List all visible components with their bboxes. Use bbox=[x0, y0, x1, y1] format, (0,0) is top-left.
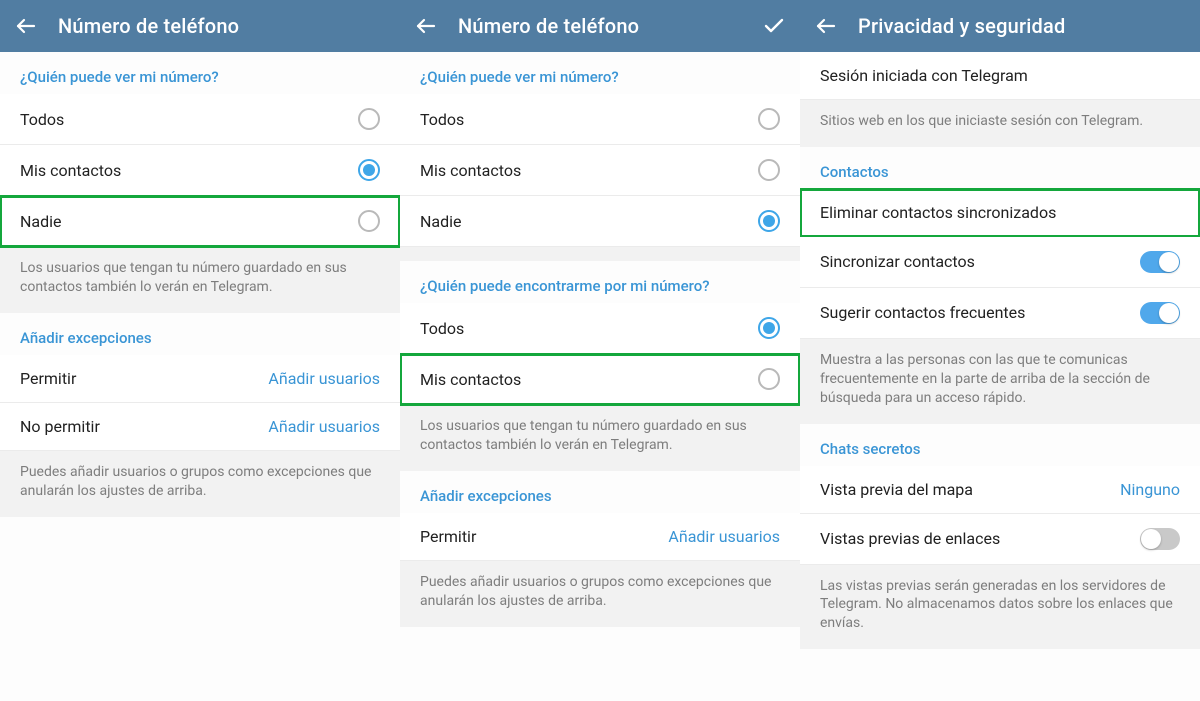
exception-label: Permitir bbox=[20, 369, 268, 388]
header: Número de teléfono bbox=[400, 0, 800, 52]
back-icon[interactable] bbox=[14, 14, 38, 38]
session-note: Sitios web en los que iniciaste sesión c… bbox=[800, 100, 1200, 147]
header-title: Privacidad y seguridad bbox=[858, 14, 1186, 38]
radio-icon bbox=[358, 159, 380, 181]
section-add-exceptions: Añadir excepciones bbox=[400, 471, 800, 513]
option-find-everyone[interactable]: Todos bbox=[400, 303, 800, 354]
link-previews-note: Las vistas previas serán generadas en lo… bbox=[800, 565, 1200, 650]
option-my-contacts[interactable]: Mis contactos bbox=[0, 145, 400, 196]
header: Privacidad y seguridad bbox=[800, 0, 1200, 52]
option-label: Todos bbox=[420, 110, 758, 129]
row-value: Ninguno bbox=[1120, 480, 1180, 499]
exceptions-note: Puedes añadir usuarios o grupos como exc… bbox=[0, 451, 400, 517]
section-who-can-see: ¿Quién puede ver mi número? bbox=[400, 52, 800, 94]
option-everyone[interactable]: Todos bbox=[400, 94, 800, 145]
row-label: Eliminar contactos sincronizados bbox=[820, 203, 1180, 222]
option-label: Mis contactos bbox=[420, 370, 758, 389]
check-icon[interactable] bbox=[762, 14, 786, 38]
section-who-can-see: ¿Quién puede ver mi número? bbox=[0, 52, 400, 94]
row-label: Vistas previas de enlaces bbox=[820, 529, 1140, 548]
option-label: Todos bbox=[20, 110, 358, 129]
row-label: Sesión iniciada con Telegram bbox=[820, 66, 1180, 85]
radio-icon bbox=[758, 368, 780, 390]
option-nobody[interactable]: Nadie bbox=[400, 196, 800, 247]
exception-label: No permitir bbox=[20, 417, 268, 436]
screen-phone-number-1: Número de teléfono ¿Quién puede ver mi n… bbox=[0, 0, 400, 701]
radio-icon bbox=[758, 108, 780, 130]
back-icon[interactable] bbox=[814, 14, 838, 38]
toggle-link-previews[interactable] bbox=[1140, 528, 1180, 550]
radio-icon bbox=[358, 108, 380, 130]
screen-phone-number-2: Número de teléfono ¿Quién puede ver mi n… bbox=[400, 0, 800, 701]
exception-label: Permitir bbox=[420, 527, 668, 546]
section-separator bbox=[400, 247, 800, 261]
option-nobody[interactable]: Nadie bbox=[0, 196, 400, 247]
option-label: Mis contactos bbox=[20, 161, 358, 180]
add-users-link: Añadir usuarios bbox=[268, 417, 380, 436]
row-link-previews[interactable]: Vistas previas de enlaces bbox=[800, 514, 1200, 565]
toggle-suggest-frequent[interactable] bbox=[1140, 302, 1180, 324]
add-users-link: Añadir usuarios bbox=[668, 527, 780, 546]
option-everyone[interactable]: Todos bbox=[0, 94, 400, 145]
exceptions-note: Puedes añadir usuarios o grupos como exc… bbox=[400, 561, 800, 627]
radio-icon bbox=[758, 210, 780, 232]
option-find-my-contacts[interactable]: Mis contactos bbox=[400, 354, 800, 405]
toggle-sync-contacts[interactable] bbox=[1140, 251, 1180, 273]
row-label: Sugerir contactos frecuentes bbox=[820, 303, 1140, 322]
header-title: Número de teléfono bbox=[458, 14, 742, 38]
row-sync-contacts[interactable]: Sincronizar contactos bbox=[800, 237, 1200, 288]
header: Número de teléfono bbox=[0, 0, 400, 52]
row-label: Vista previa del mapa bbox=[820, 480, 1120, 499]
row-session-telegram[interactable]: Sesión iniciada con Telegram bbox=[800, 52, 1200, 100]
row-label: Sincronizar contactos bbox=[820, 252, 1140, 271]
radio-icon bbox=[758, 159, 780, 181]
option-label: Todos bbox=[420, 319, 758, 338]
exception-allow[interactable]: Permitir Añadir usuarios bbox=[0, 355, 400, 403]
option-label: Nadie bbox=[20, 212, 358, 231]
screen-privacy-security: Privacidad y seguridad Sesión iniciada c… bbox=[800, 0, 1200, 701]
row-delete-synced-contacts[interactable]: Eliminar contactos sincronizados bbox=[800, 189, 1200, 237]
section-who-can-find: ¿Quién puede encontrarme por mi número? bbox=[400, 261, 800, 303]
exception-deny[interactable]: No permitir Añadir usuarios bbox=[0, 403, 400, 451]
section-secret-chats: Chats secretos bbox=[800, 424, 1200, 466]
row-map-preview[interactable]: Vista previa del mapa Ninguno bbox=[800, 466, 1200, 514]
radio-icon bbox=[358, 210, 380, 232]
add-users-link: Añadir usuarios bbox=[268, 369, 380, 388]
who-can-see-note: Los usuarios que tengan tu número guarda… bbox=[400, 405, 800, 471]
back-icon[interactable] bbox=[414, 14, 438, 38]
exception-allow[interactable]: Permitir Añadir usuarios bbox=[400, 513, 800, 561]
who-can-see-note: Los usuarios que tengan tu número guarda… bbox=[0, 247, 400, 313]
section-contacts: Contactos bbox=[800, 147, 1200, 189]
option-label: Mis contactos bbox=[420, 161, 758, 180]
suggest-note: Muestra a las personas con las que te co… bbox=[800, 339, 1200, 424]
section-add-exceptions: Añadir excepciones bbox=[0, 313, 400, 355]
option-label: Nadie bbox=[420, 212, 758, 231]
row-suggest-frequent[interactable]: Sugerir contactos frecuentes bbox=[800, 288, 1200, 339]
header-title: Número de teléfono bbox=[58, 14, 386, 38]
option-my-contacts[interactable]: Mis contactos bbox=[400, 145, 800, 196]
radio-icon bbox=[758, 317, 780, 339]
